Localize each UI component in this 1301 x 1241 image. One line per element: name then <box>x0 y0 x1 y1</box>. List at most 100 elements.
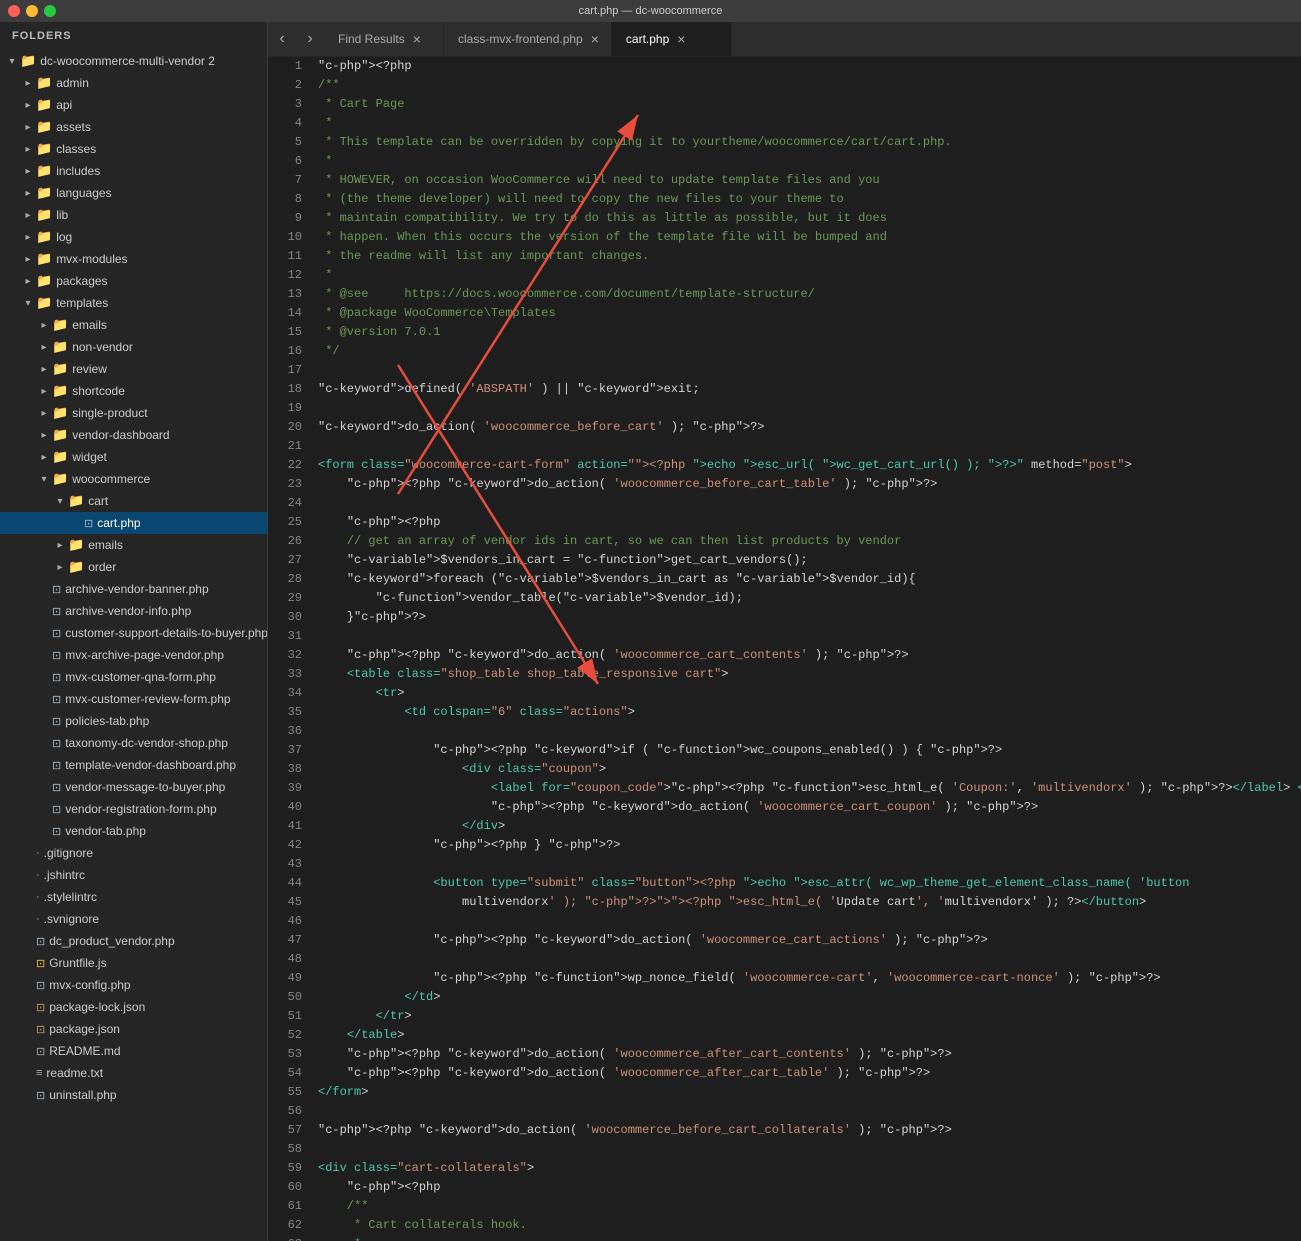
sidebar-item-mvx-archive-page[interactable]: ⊡ mvx-archive-page-vendor.php <box>0 644 267 666</box>
code-line: * Cart Page <box>318 95 1301 114</box>
tree-label: widget <box>72 450 107 464</box>
sidebar-item-log[interactable]: 📁 log <box>0 226 267 248</box>
code-content[interactable]: "c-php"><?php/** * Cart Page * * This te… <box>310 57 1301 1241</box>
folder-icon: 📁 <box>52 449 68 465</box>
sidebar-item-policies-tab[interactable]: ⊡ policies-tab.php <box>0 710 267 732</box>
sidebar-item-lib[interactable]: 📁 lib <box>0 204 267 226</box>
sidebar-item-packages[interactable]: 📁 packages <box>0 270 267 292</box>
sidebar-item-vendor-registration[interactable]: ⊡ vendor-registration-form.php <box>0 798 267 820</box>
sidebar-item-shortcode[interactable]: 📁 shortcode <box>0 380 267 402</box>
sidebar-item-emails[interactable]: 📁 emails <box>0 314 267 336</box>
tab-close-class-mvx[interactable]: × <box>591 32 599 46</box>
line-number: 23 <box>268 475 302 494</box>
sidebar-item-order[interactable]: 📁 order <box>0 556 267 578</box>
sidebar-item-customer-support[interactable]: ⊡ customer-support-details-to-buyer.php <box>0 622 267 644</box>
code-line: }"c-php">?> <box>318 608 1301 627</box>
sidebar-item-includes[interactable]: 📁 includes <box>0 160 267 182</box>
maximize-button[interactable] <box>44 5 56 17</box>
sidebar-item-readme-txt[interactable]: ≡ readme.txt <box>0 1062 267 1084</box>
sidebar-item-uninstall[interactable]: ⊡ uninstall.php <box>0 1084 267 1106</box>
sidebar-item-gruntfile[interactable]: ⊡ Gruntfile.js <box>0 952 267 974</box>
sidebar-item-root[interactable]: 📁 dc-woocommerce-multi-vendor 2 <box>0 50 267 72</box>
sidebar-item-cart-folder[interactable]: 📁 cart <box>0 490 267 512</box>
php-file-icon: ⊡ <box>84 517 93 530</box>
sidebar-item-mvx-config[interactable]: ⊡ mvx-config.php <box>0 974 267 996</box>
tree-arrow <box>52 493 68 509</box>
sidebar-item-gitignore[interactable]: · .gitignore <box>0 842 267 864</box>
line-number: 41 <box>268 817 302 836</box>
tab-close-find-results[interactable]: × <box>413 32 421 46</box>
tree-label: package.json <box>49 1022 120 1036</box>
tree-label: README.md <box>49 1044 120 1058</box>
tree-label: uninstall.php <box>49 1088 116 1102</box>
tree-label: emails <box>88 538 123 552</box>
sidebar-item-languages[interactable]: 📁 languages <box>0 182 267 204</box>
tab-cart-php[interactable]: cart.php × <box>612 22 732 56</box>
sidebar-item-single-product[interactable]: 📁 single-product <box>0 402 267 424</box>
code-line: <td colspan="6" class="actions"> <box>318 703 1301 722</box>
sidebar-item-api[interactable]: 📁 api <box>0 94 267 116</box>
code-line: /** <box>318 1197 1301 1216</box>
sidebar-item-emails2[interactable]: 📁 emails <box>0 534 267 556</box>
code-editor[interactable]: 1234567891011121314151617181920212223242… <box>268 57 1301 1241</box>
minimize-button[interactable] <box>26 5 38 17</box>
sidebar-item-woocommerce[interactable]: 📁 woocommerce <box>0 468 267 490</box>
sidebar-item-widget[interactable]: 📁 widget <box>0 446 267 468</box>
sidebar-item-vendor-tab[interactable]: ⊡ vendor-tab.php <box>0 820 267 842</box>
tab-close-cart-php[interactable]: × <box>677 32 685 46</box>
sidebar-item-stylelintrc[interactable]: · .stylelintrc <box>0 886 267 908</box>
sidebar-item-mvx-customer-review[interactable]: ⊡ mvx-customer-review-form.php <box>0 688 267 710</box>
sidebar-item-cart-php[interactable]: ⊡ cart.php <box>0 512 267 534</box>
sidebar-item-template-vendor-dashboard[interactable]: ⊡ template-vendor-dashboard.php <box>0 754 267 776</box>
tab-nav-prev[interactable]: ‹ <box>268 22 296 56</box>
line-number: 36 <box>268 722 302 741</box>
sidebar-item-non-vendor[interactable]: 📁 non-vendor <box>0 336 267 358</box>
sidebar-item-package-json[interactable]: ⊡ package.json <box>0 1018 267 1040</box>
line-number: 60 <box>268 1178 302 1197</box>
line-number: 18 <box>268 380 302 399</box>
tree-arrow <box>36 603 52 619</box>
line-number: 32 <box>268 646 302 665</box>
tree-label: .jshintrc <box>44 868 85 882</box>
line-number: 1 <box>268 57 302 76</box>
line-number: 33 <box>268 665 302 684</box>
code-line: </td> <box>318 988 1301 1007</box>
sidebar-item-archive-vendor-info[interactable]: ⊡ archive-vendor-info.php <box>0 600 267 622</box>
tab-label: cart.php <box>626 32 669 46</box>
php-file-icon: ⊡ <box>36 1089 45 1102</box>
code-line: "c-php"><?php "c-keyword">do_action( 'wo… <box>318 1064 1301 1083</box>
sidebar-item-assets[interactable]: 📁 assets <box>0 116 267 138</box>
line-number: 28 <box>268 570 302 589</box>
line-number: 17 <box>268 361 302 380</box>
sidebar-item-vendor-dashboard[interactable]: 📁 vendor-dashboard <box>0 424 267 446</box>
tree-label: mvx-config.php <box>49 978 130 992</box>
sidebar-item-classes[interactable]: 📁 classes <box>0 138 267 160</box>
sidebar-item-taxonomy-dc[interactable]: ⊡ taxonomy-dc-vendor-shop.php <box>0 732 267 754</box>
sidebar-item-mvx-customer-qna[interactable]: ⊡ mvx-customer-qna-form.php <box>0 666 267 688</box>
sidebar-item-templates[interactable]: 📁 templates <box>0 292 267 314</box>
sidebar-item-readme-md[interactable]: ⊡ README.md <box>0 1040 267 1062</box>
sidebar-item-package-lock[interactable]: ⊡ package-lock.json <box>0 996 267 1018</box>
tree-label: mvx-customer-review-form.php <box>65 692 230 706</box>
line-number: 56 <box>268 1102 302 1121</box>
close-button[interactable] <box>8 5 20 17</box>
sidebar-item-mvx-modules[interactable]: 📁 mvx-modules <box>0 248 267 270</box>
php-file-icon: ⊡ <box>52 759 61 772</box>
sidebar-item-jshintrc[interactable]: · .jshintrc <box>0 864 267 886</box>
code-line <box>318 1140 1301 1159</box>
tree-label: customer-support-details-to-buyer.php <box>65 626 268 640</box>
main-container: FOLDERS 📁 dc-woocommerce-multi-vendor 2 … <box>0 22 1301 1241</box>
sidebar-item-svnignore[interactable]: · .svnignore <box>0 908 267 930</box>
folder-icon: 📁 <box>36 185 52 201</box>
sidebar-item-vendor-message[interactable]: ⊡ vendor-message-to-buyer.php <box>0 776 267 798</box>
sidebar-item-dc-product-vendor[interactable]: ⊡ dc_product_vendor.php <box>0 930 267 952</box>
tab-class-mvx[interactable]: class-mvx-frontend.php × <box>444 22 612 56</box>
sidebar-item-archive-vendor-banner[interactable]: ⊡ archive-vendor-banner.php <box>0 578 267 600</box>
tree-label: cart.php <box>97 516 140 530</box>
code-line <box>318 855 1301 874</box>
sidebar-item-review[interactable]: 📁 review <box>0 358 267 380</box>
tab-find-results[interactable]: Find Results × <box>324 22 444 56</box>
tree-arrow <box>20 141 36 157</box>
tab-nav-next[interactable]: › <box>296 22 324 56</box>
sidebar-item-admin[interactable]: 📁 admin <box>0 72 267 94</box>
